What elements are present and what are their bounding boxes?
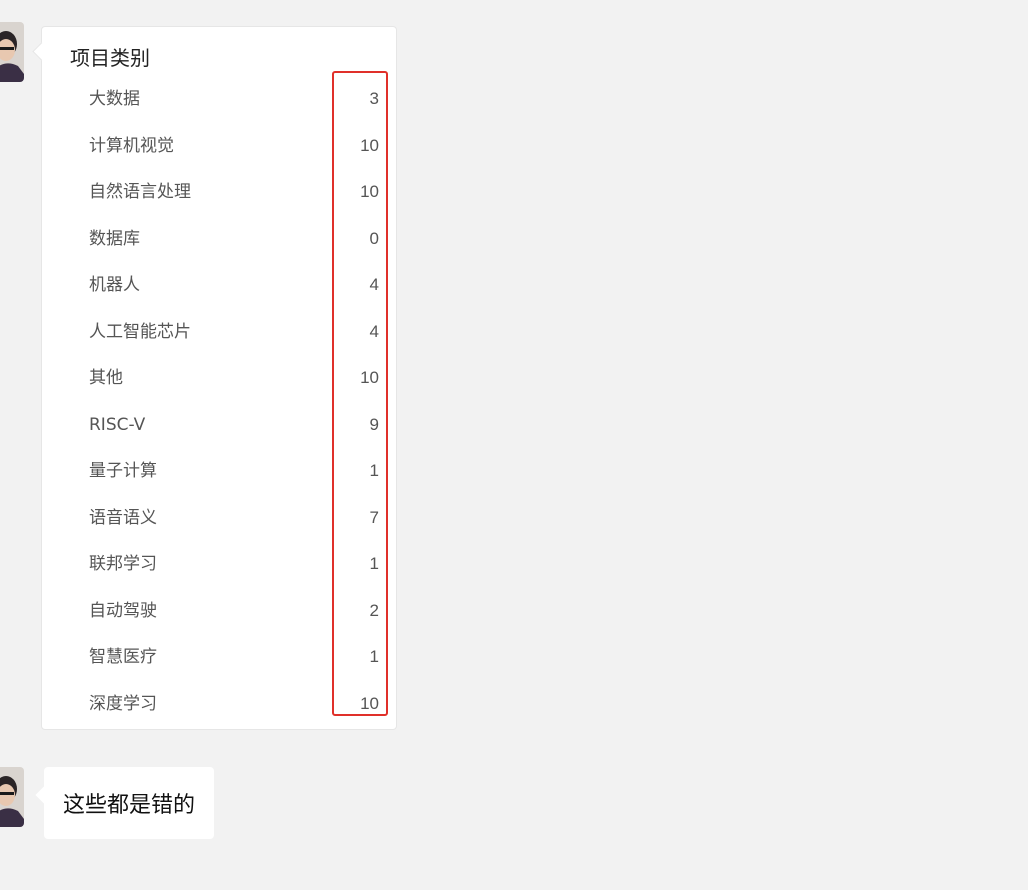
message-text: 这些都是错的 — [63, 793, 196, 818]
user-avatar-icon — [0, 22, 24, 82]
category-label: 计算机视觉 — [89, 135, 174, 156]
user-avatar-icon — [0, 767, 24, 827]
category-label: 智慧医疗 — [89, 647, 157, 667]
category-label: 语音语义 — [89, 507, 157, 528]
category-label: 人工智能芯片 — [89, 321, 191, 342]
category-label: 机器人 — [89, 275, 140, 295]
category-label: 自动驾驶 — [89, 600, 157, 621]
category-label: 数据库 — [89, 228, 140, 249]
category-label: 自然语言处理 — [89, 182, 191, 202]
category-label: 量子计算 — [89, 461, 157, 481]
chat-message-bubble[interactable]: 这些都是错的 — [35, 767, 215, 839]
card-title: 项目类别 — [70, 46, 150, 70]
category-label: RISC-V — [89, 414, 146, 435]
avatar[interactable] — [0, 767, 24, 827]
bubble-tail — [35, 786, 53, 804]
category-label: 联邦学习 — [89, 554, 157, 574]
count-highlight-box — [332, 71, 388, 716]
category-label: 大数据 — [89, 89, 140, 109]
category-label: 深度学习 — [89, 693, 157, 714]
avatar[interactable] — [0, 22, 24, 82]
bubble-tail — [32, 42, 51, 61]
category-label: 其他 — [89, 368, 123, 388]
